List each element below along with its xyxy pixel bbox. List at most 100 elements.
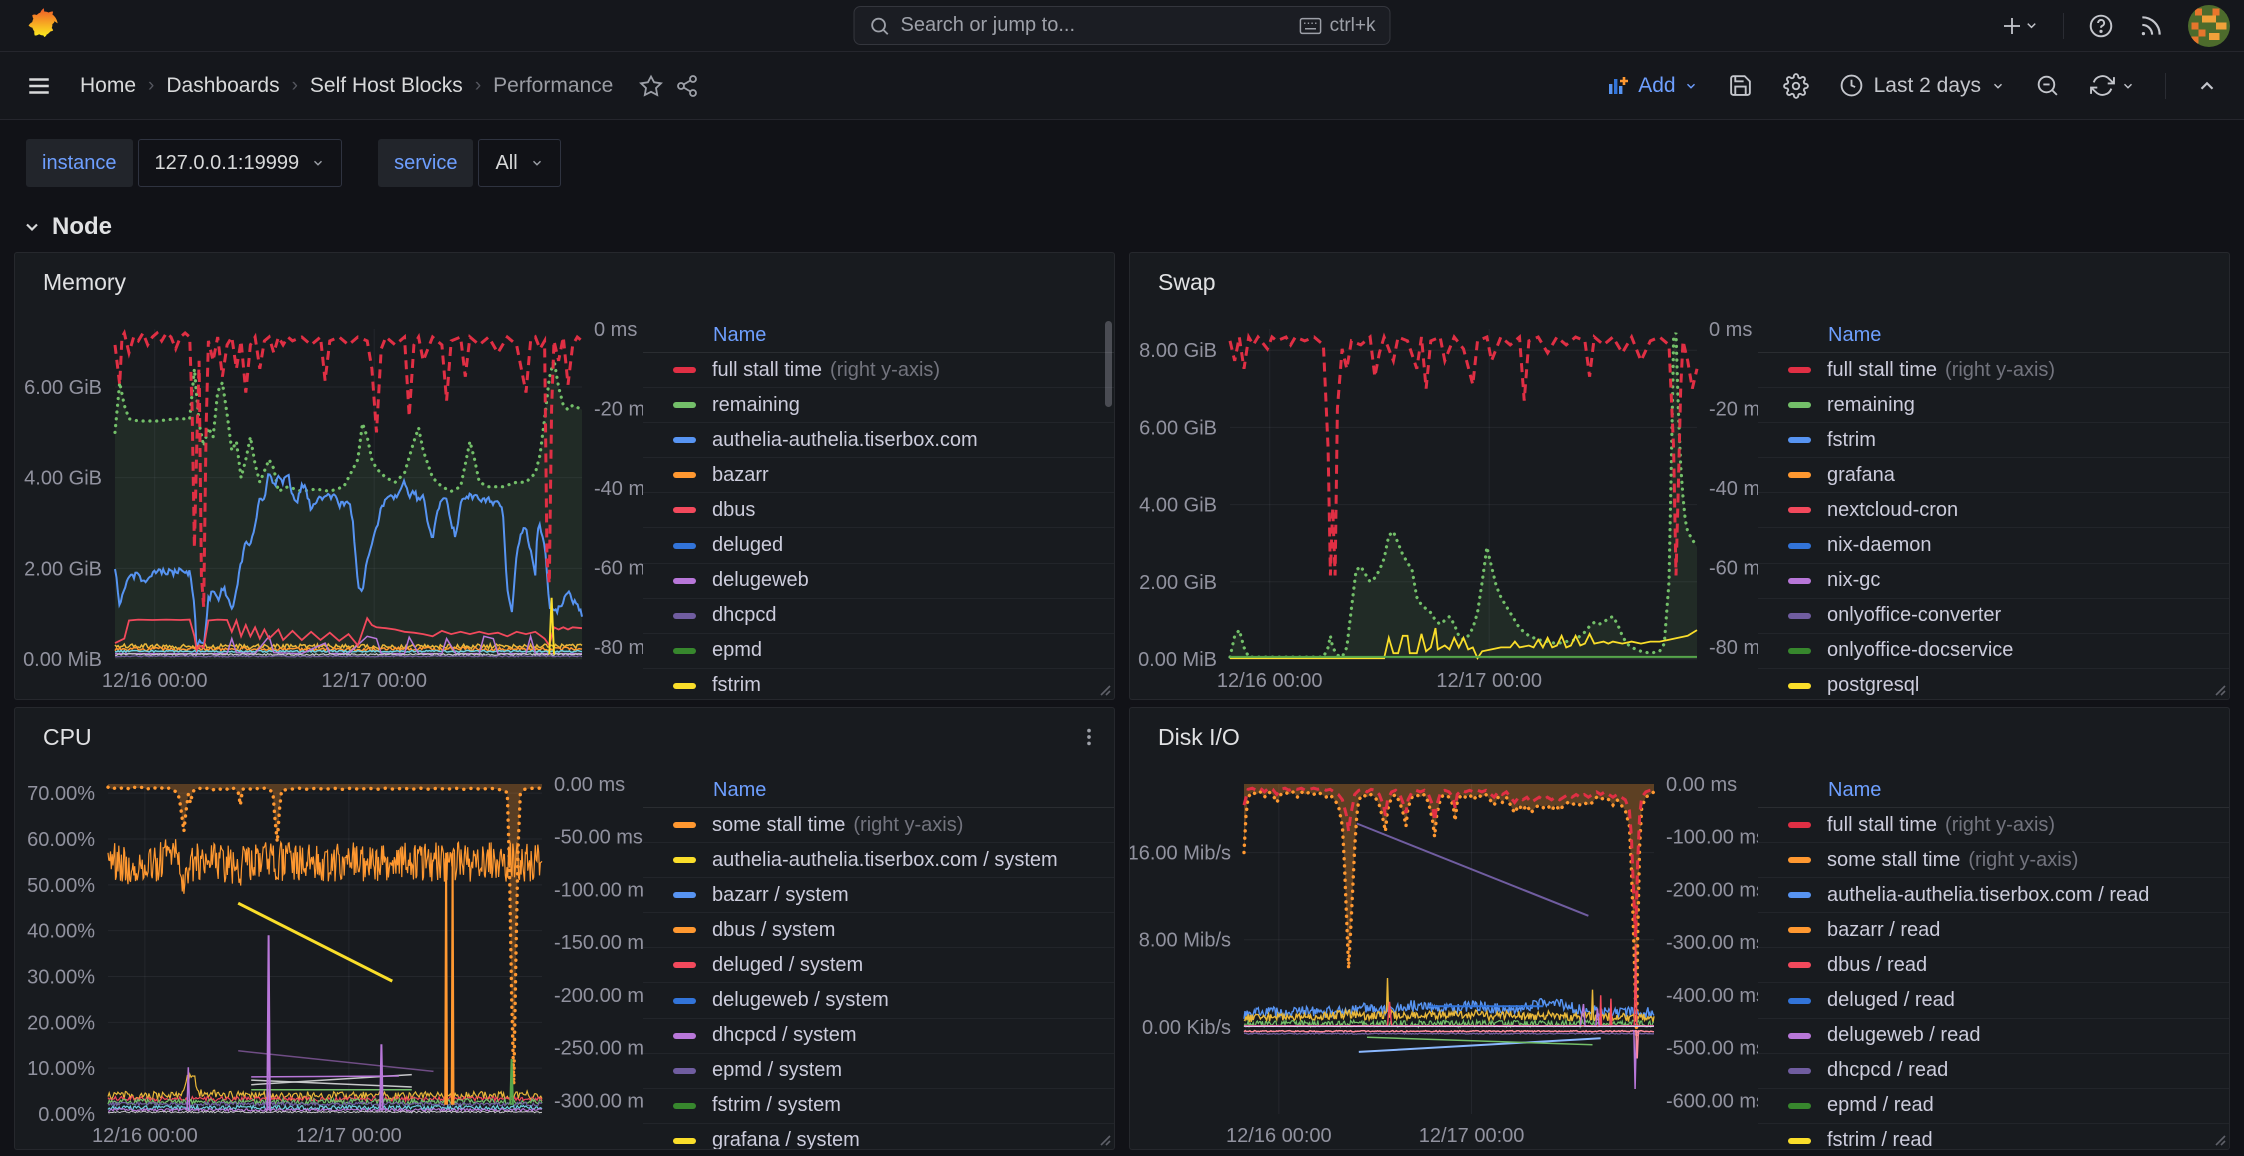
legend-item[interactable]: nix-gc (1758, 564, 2229, 599)
variable-instance-value[interactable]: 127.0.0.1:19999 (138, 139, 343, 187)
new-menu-button[interactable] (2000, 14, 2039, 38)
series-color-swatch (673, 822, 696, 828)
hamburger-icon (26, 73, 52, 99)
favorite-button[interactable] (639, 74, 663, 98)
svg-text:-100.00 ms: -100.00 ms (554, 879, 643, 901)
time-series-chart[interactable]: 0.00 MiB2.00 GiB4.00 GiB6.00 GiB8.00 GiB… (1130, 301, 1758, 699)
variable-service: service All (378, 139, 561, 187)
legend-item[interactable]: nix-daemon (1758, 528, 2229, 563)
variable-instance-label[interactable]: instance (26, 139, 133, 187)
refresh-button[interactable] (2090, 73, 2135, 98)
legend-item[interactable]: dhcpcd (643, 599, 1114, 634)
series-color-swatch (673, 962, 696, 968)
user-avatar[interactable] (2188, 5, 2230, 47)
time-series-chart[interactable]: 0.00%10.00%20.00%30.00%40.00%50.00%60.00… (15, 756, 643, 1149)
breadcrumb-folder[interactable]: Self Host Blocks (310, 74, 463, 98)
breadcrumb-home[interactable]: Home (80, 74, 136, 98)
series-color-swatch (673, 507, 696, 513)
rss-icon (2138, 13, 2164, 39)
breadcrumb-dashboards[interactable]: Dashboards (166, 74, 279, 98)
refresh-icon (2090, 73, 2115, 98)
search-input[interactable]: Search or jump to... ctrl+k (854, 6, 1391, 45)
legend-header-name[interactable]: Name (1758, 774, 2229, 808)
add-button[interactable]: Add (1606, 74, 1697, 98)
legend-item[interactable]: dhcpcd / read (1758, 1054, 2229, 1089)
legend-header-name[interactable]: Name (1758, 319, 2229, 353)
panel-title[interactable]: CPU (43, 724, 92, 751)
panel-title[interactable]: Swap (1158, 269, 1216, 296)
grafana-logo[interactable] (24, 7, 61, 44)
collapse-toolbar-button[interactable] (2196, 75, 2218, 97)
legend-item[interactable]: fstrim (643, 669, 1114, 699)
legend-item[interactable]: delugeweb / read (1758, 1019, 2229, 1054)
panel-resize-handle[interactable] (1097, 1132, 1111, 1146)
legend-item[interactable]: fstrim (1758, 423, 2229, 458)
legend-item[interactable]: epmd (643, 634, 1114, 669)
legend-item[interactable]: bazarr (643, 458, 1114, 493)
variable-service-label[interactable]: service (378, 139, 473, 187)
news-button[interactable] (2138, 13, 2164, 39)
legend-item[interactable]: delugeweb (643, 564, 1114, 599)
legend-item[interactable]: dhcpcd / system (643, 1019, 1114, 1054)
svg-text:-20 ms: -20 ms (594, 399, 643, 421)
series-label: fstrim / system (712, 1094, 841, 1117)
legend-item[interactable]: bazarr / read (1758, 913, 2229, 948)
legend-item[interactable]: remaining (1758, 388, 2229, 423)
legend-item[interactable]: authelia-authelia.tiserbox.com / system (643, 843, 1114, 878)
legend-item[interactable]: remaining (643, 388, 1114, 423)
help-button[interactable] (2088, 13, 2114, 39)
zoom-out-button[interactable] (2035, 73, 2060, 98)
time-series-chart[interactable]: 0.00 Kib/s8.00 Mib/s16.00 Mib/s0.00 ms-1… (1130, 756, 1758, 1149)
time-range-picker[interactable]: Last 2 days (1839, 73, 2005, 98)
series-color-swatch (673, 927, 696, 933)
panel-title[interactable]: Disk I/O (1158, 724, 1240, 751)
legend-item[interactable]: grafana (1758, 458, 2229, 493)
dashboard-settings-button[interactable] (1783, 73, 1809, 99)
svg-text:0 ms: 0 ms (1709, 319, 1752, 341)
save-dashboard-button[interactable] (1728, 73, 1753, 98)
svg-text:0.00%: 0.00% (38, 1104, 95, 1126)
series-color-swatch (1788, 1033, 1811, 1039)
mega-menu-button[interactable] (26, 73, 52, 99)
legend-item[interactable]: dbus (643, 493, 1114, 528)
legend-item[interactable]: fstrim / system (643, 1089, 1114, 1124)
legend-item[interactable]: dbus / read (1758, 948, 2229, 983)
legend-header-name[interactable]: Name (643, 319, 1114, 353)
series-color-swatch (673, 472, 696, 478)
time-series-chart[interactable]: 0.00 MiB2.00 GiB4.00 GiB6.00 GiB0 ms-20 … (15, 301, 643, 699)
legend-item[interactable]: some stall time(right y-axis) (1758, 843, 2229, 878)
legend-item[interactable]: full stall time(right y-axis) (1758, 353, 2229, 388)
variable-service-value[interactable]: All (478, 139, 560, 187)
legend-item[interactable]: deluged / system (643, 948, 1114, 983)
legend-item[interactable]: onlyoffice-docservice (1758, 634, 2229, 669)
series-color-swatch (673, 437, 696, 443)
legend-item[interactable]: delugeweb / system (643, 983, 1114, 1018)
legend-item[interactable]: nextcloud-cron (1758, 493, 2229, 528)
panel-resize-handle[interactable] (1097, 682, 1111, 696)
legend-item[interactable]: fstrim / read (1758, 1124, 2229, 1149)
panel-menu-button[interactable] (1078, 726, 1100, 748)
panel-resize-handle[interactable] (2212, 1132, 2226, 1146)
panel-resize-handle[interactable] (2212, 682, 2226, 696)
legend-item[interactable]: some stall time(right y-axis) (643, 808, 1114, 843)
share-button[interactable] (675, 74, 699, 98)
legend-item[interactable]: epmd / read (1758, 1089, 2229, 1124)
legend-item[interactable]: grafana / system (643, 1124, 1114, 1149)
legend-item[interactable]: dbus / system (643, 913, 1114, 948)
legend-item[interactable]: postgresql (1758, 669, 2229, 699)
legend-item[interactable]: epmd / system (643, 1054, 1114, 1089)
legend-item[interactable]: authelia-authelia.tiserbox.com / read (1758, 878, 2229, 913)
series-color-swatch (1788, 927, 1811, 933)
legend-item[interactable]: deluged / read (1758, 983, 2229, 1018)
legend-item[interactable]: onlyoffice-converter (1758, 599, 2229, 634)
row-node-toggle[interactable]: Node (22, 213, 2244, 241)
legend-item[interactable]: authelia-authelia.tiserbox.com (643, 423, 1114, 458)
legend-scrollbar[interactable] (1105, 321, 1112, 407)
chevron-down-icon (2024, 18, 2039, 33)
legend-item[interactable]: full stall time(right y-axis) (643, 353, 1114, 388)
panel-title[interactable]: Memory (43, 269, 126, 296)
legend-item[interactable]: deluged (643, 528, 1114, 563)
legend-header-name[interactable]: Name (643, 774, 1114, 808)
legend-item[interactable]: full stall time(right y-axis) (1758, 808, 2229, 843)
legend-item[interactable]: bazarr / system (643, 878, 1114, 913)
